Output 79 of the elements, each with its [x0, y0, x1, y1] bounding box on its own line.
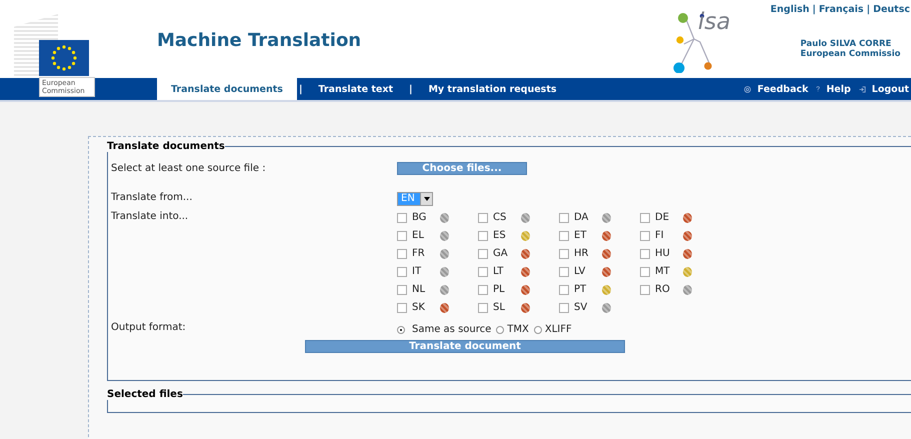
question-icon [816, 86, 820, 92]
language-code: GA [493, 248, 509, 259]
checkbox[interactable] [397, 302, 407, 312]
field-label: Select at least one source file : [111, 163, 267, 174]
checkbox[interactable] [559, 248, 569, 258]
nav-link[interactable]: Feedback [757, 84, 808, 94]
partner-logo-text: isa [698, 11, 730, 34]
checkbox[interactable] [478, 302, 488, 312]
language-link[interactable]: Français [818, 4, 864, 15]
nav-link[interactable]: Help [826, 84, 851, 94]
language-code: MT [655, 266, 671, 277]
at-sign-icon [744, 86, 752, 92]
language-code: EL [412, 230, 425, 241]
separator: | [298, 84, 304, 94]
checkbox[interactable] [559, 230, 569, 240]
field-label: Translate from... [111, 192, 194, 205]
checkbox[interactable] [397, 266, 407, 276]
user-name: Paulo SILVA CORRE [800, 39, 892, 49]
separator: | [866, 4, 870, 15]
language-code: LV [574, 266, 586, 277]
checkbox[interactable] [559, 284, 569, 294]
field-label: Translate into... [111, 211, 190, 224]
separator: | [812, 4, 816, 15]
language-code: PL [493, 284, 506, 295]
checkbox[interactable] [397, 248, 407, 258]
nav-tab[interactable]: Translate documents [157, 78, 297, 100]
checkbox[interactable] [640, 230, 650, 240]
language-code: DE [655, 212, 670, 223]
language-code: BG [412, 212, 428, 223]
user-organisation: European Commissio [800, 49, 902, 59]
checkbox[interactable] [478, 212, 488, 222]
language-code: RO [655, 284, 671, 295]
language-code: DA [574, 212, 590, 223]
radio-button[interactable] [397, 326, 405, 334]
radio-label: Same as source [412, 324, 492, 335]
language-code: ES [493, 230, 507, 241]
checkbox[interactable] [397, 230, 407, 240]
checkbox[interactable] [478, 230, 488, 240]
checkbox[interactable] [640, 248, 650, 258]
language-code: HU [655, 248, 671, 259]
checkbox[interactable] [640, 284, 650, 294]
language-link[interactable]: Deutsc [873, 4, 910, 15]
language-code: ET [574, 230, 588, 241]
language-code: FR [412, 248, 426, 259]
language-code: IT [412, 266, 422, 277]
language-code: SV [574, 302, 588, 313]
checkbox[interactable] [559, 266, 569, 276]
fieldset-legend: Translate documents [107, 141, 225, 152]
checkbox[interactable] [397, 212, 407, 222]
field-label: Output format: [111, 322, 187, 335]
language-code: LT [493, 266, 504, 277]
checkbox[interactable] [559, 302, 569, 312]
nav-link[interactable]: Logout [872, 84, 909, 94]
exit-icon [858, 86, 866, 92]
nav-tab[interactable]: My translation requests [414, 78, 571, 100]
app-title: Machine Translation [157, 30, 362, 53]
checkbox[interactable] [640, 266, 650, 276]
radio-button[interactable] [496, 326, 504, 334]
checkbox[interactable] [478, 248, 488, 258]
radio-label: TMX [507, 324, 529, 335]
language-code: PT [574, 284, 588, 295]
separator: | [408, 84, 414, 94]
language-code: CS [493, 212, 508, 223]
flag-icon [39, 40, 89, 76]
language-code: SK [412, 302, 426, 313]
radio-button[interactable] [534, 326, 542, 334]
checkbox[interactable] [640, 212, 650, 222]
language-code: FI [655, 230, 665, 241]
fieldset-legend: Selected files [107, 389, 183, 400]
checkbox[interactable] [478, 266, 488, 276]
language-link[interactable]: English [770, 4, 810, 15]
language-code: SL [493, 302, 506, 313]
checkbox[interactable] [559, 212, 569, 222]
nav-tab[interactable]: Translate text [304, 78, 407, 100]
language-code: HR [574, 248, 590, 259]
radio-label: XLIFF [544, 324, 572, 335]
checkbox[interactable] [478, 284, 488, 294]
checkbox[interactable] [397, 284, 407, 294]
language-code: NL [412, 284, 426, 295]
